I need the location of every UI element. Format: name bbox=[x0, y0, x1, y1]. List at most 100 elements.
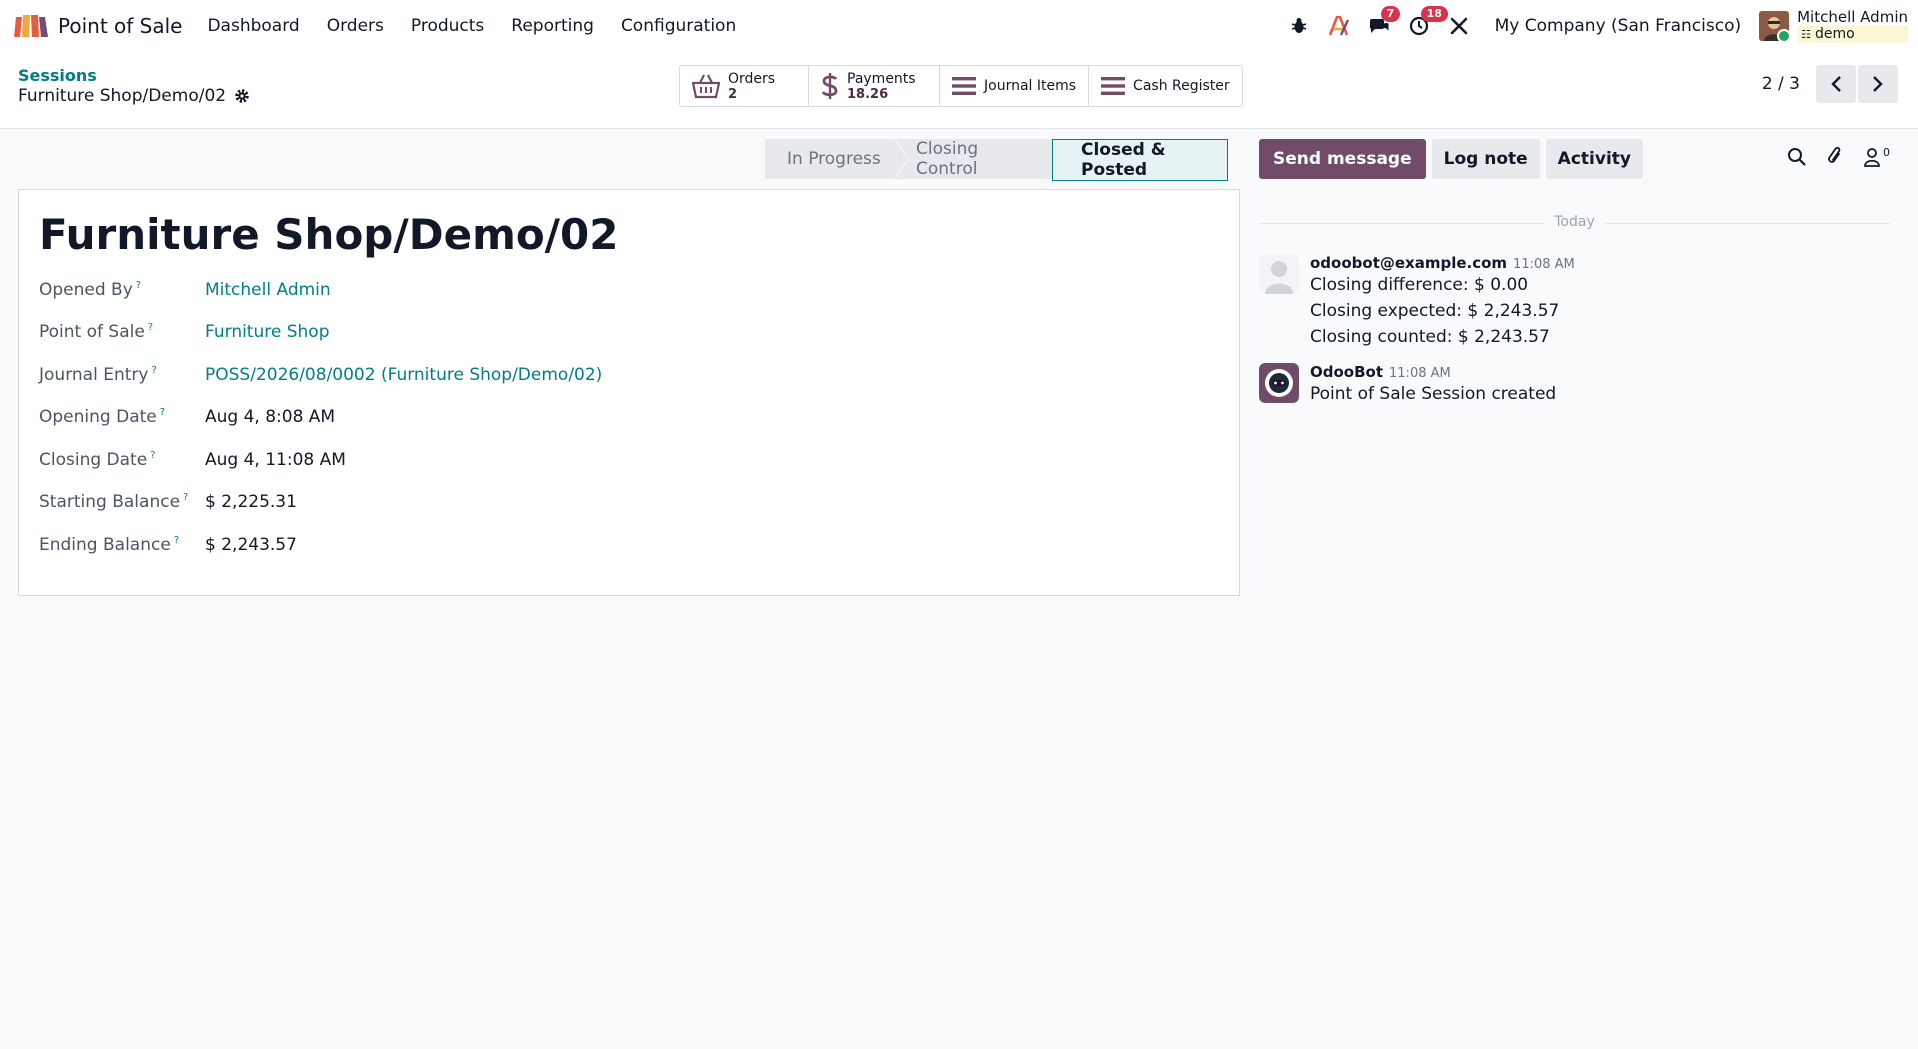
database-name: demo bbox=[1814, 26, 1855, 42]
stage-closed-posted[interactable]: Closed & Posted bbox=[1052, 139, 1228, 181]
field-starting-balance: Starting Balance? $ 2,225.31 bbox=[39, 492, 297, 512]
field-closing-date: Closing Date? Aug 4, 11:08 AM bbox=[39, 450, 346, 470]
messages-icon[interactable]: 7 bbox=[1367, 6, 1401, 38]
form-sheet: Furniture Shop/Demo/02 Opened By? Mitche… bbox=[18, 189, 1240, 596]
cash-register-label: Cash Register bbox=[1133, 78, 1230, 94]
person-icon bbox=[1864, 148, 1880, 167]
payments-smart-button[interactable]: Payments 18.26 bbox=[809, 66, 940, 106]
control-panel: Sessions Furniture Shop/Demo/02 Orders 2… bbox=[0, 52, 1918, 129]
cash-register-smart-button[interactable]: Cash Register bbox=[1089, 66, 1242, 106]
orders-count: 2 bbox=[728, 86, 738, 102]
closing-date-value: Aug 4, 11:08 AM bbox=[205, 450, 346, 470]
stage-closing-control[interactable]: Closing Control bbox=[894, 139, 1052, 179]
menu-dashboard[interactable]: Dashboard bbox=[207, 16, 299, 36]
chatter-tools: 0 bbox=[1769, 146, 1890, 168]
pager-next-button[interactable] bbox=[1858, 65, 1898, 103]
top-navbar: Point of Sale Dashboard Orders Products … bbox=[0, 0, 1918, 52]
activity-button[interactable]: Activity bbox=[1545, 139, 1643, 179]
menu-orders[interactable]: Orders bbox=[327, 16, 384, 36]
list-icon bbox=[1101, 76, 1126, 96]
opening-date-value: Aug 4, 8:08 AM bbox=[205, 407, 336, 427]
date-separator: Today bbox=[1259, 214, 1890, 234]
pager-previous-button[interactable] bbox=[1816, 65, 1856, 103]
user-menu[interactable]: Mitchell Admin ☷ demo bbox=[1797, 9, 1908, 43]
field-label: Closing Date? bbox=[39, 450, 156, 470]
company-switcher[interactable]: My Company (San Francisco) bbox=[1495, 16, 1741, 36]
stage-in-progress[interactable]: In Progress bbox=[765, 139, 909, 179]
help-tooltip-icon[interactable]: ? bbox=[174, 535, 179, 546]
field-label: Point of Sale? bbox=[39, 322, 154, 342]
help-tooltip-icon[interactable]: ? bbox=[151, 365, 156, 376]
date-separator-label: Today bbox=[1544, 214, 1605, 230]
debug-bug-icon[interactable] bbox=[1287, 14, 1311, 38]
opened-by-link[interactable]: Mitchell Admin bbox=[205, 280, 331, 300]
stage-label: Closing Control bbox=[916, 139, 979, 179]
session-statusbar: In Progress Closing Control Closed & Pos… bbox=[765, 139, 1228, 181]
user-avatar[interactable] bbox=[1759, 11, 1792, 43]
help-tooltip-icon[interactable]: ? bbox=[136, 280, 141, 291]
chatter-message: OdooBot 11:08 AM Point of Sale Session c… bbox=[1259, 363, 1556, 407]
journal-entry-link[interactable]: POSS/2026/08/0002 (Furniture Shop/Demo/0… bbox=[205, 365, 602, 385]
app-brand[interactable]: Point of Sale bbox=[14, 13, 182, 39]
help-tooltip-icon[interactable]: ? bbox=[183, 492, 188, 503]
help-tooltip-icon[interactable]: ? bbox=[150, 450, 155, 461]
payments-amount: 18.26 bbox=[847, 86, 889, 102]
field-label: Opening Date? bbox=[39, 407, 166, 427]
field-opened-by: Opened By? Mitchell Admin bbox=[39, 280, 331, 300]
ai-assistant-icon[interactable] bbox=[1327, 14, 1351, 38]
help-tooltip-icon[interactable]: ? bbox=[160, 407, 165, 418]
field-label: Ending Balance? bbox=[39, 535, 180, 555]
message-line: Closing counted: $ 2,243.57 bbox=[1310, 327, 1550, 347]
followers-button[interactable]: 0 bbox=[1863, 145, 1890, 167]
main-menu: Dashboard Orders Products Reporting Conf… bbox=[207, 16, 763, 36]
activities-clock-icon[interactable]: 18 bbox=[1407, 6, 1448, 38]
menu-products[interactable]: Products bbox=[411, 16, 484, 36]
point-of-sale-link[interactable]: Furniture Shop bbox=[205, 322, 330, 342]
field-label: Opened By? bbox=[39, 280, 142, 300]
message-line: Closing expected: $ 2,243.57 bbox=[1310, 301, 1560, 321]
author-avatar[interactable] bbox=[1259, 254, 1299, 294]
database-icon: ☷ bbox=[1801, 28, 1811, 41]
payments-label: Payments bbox=[847, 70, 916, 87]
chevron-right-icon bbox=[1873, 76, 1883, 92]
tools-icon[interactable] bbox=[1447, 14, 1471, 38]
messages-badge: 7 bbox=[1380, 6, 1401, 22]
message-line: Closing difference: $ 0.00 bbox=[1310, 275, 1529, 295]
breadcrumb-sessions[interactable]: Sessions bbox=[18, 66, 97, 85]
message-line: Point of Sale Session created bbox=[1310, 384, 1557, 404]
activities-badge: 18 bbox=[1420, 6, 1448, 22]
orders-smart-button[interactable]: Orders 2 bbox=[680, 66, 809, 106]
field-point-of-sale: Point of Sale? Furniture Shop bbox=[39, 322, 330, 342]
stage-label: Closed & Posted bbox=[1081, 140, 1166, 180]
chatter-message: odoobot@example.com 11:08 AM Closing dif… bbox=[1259, 254, 1575, 350]
dollar-icon bbox=[821, 72, 839, 100]
smart-buttons: Orders 2 Payments 18.26 Journal Items Ca… bbox=[679, 65, 1243, 107]
ending-balance-value: $ 2,243.57 bbox=[205, 535, 297, 555]
menu-reporting[interactable]: Reporting bbox=[511, 16, 594, 36]
log-note-button[interactable]: Log note bbox=[1431, 139, 1540, 179]
gear-icon[interactable] bbox=[234, 88, 250, 104]
app-name: Point of Sale bbox=[58, 14, 183, 38]
message-author[interactable]: odoobot@example.com bbox=[1310, 254, 1507, 272]
send-message-button[interactable]: Send message bbox=[1259, 139, 1426, 179]
message-time: 11:08 AM bbox=[1389, 366, 1451, 381]
record-pager: 2 / 3 bbox=[1762, 65, 1898, 103]
search-icon[interactable] bbox=[1787, 147, 1807, 167]
paperclip-icon[interactable] bbox=[1825, 146, 1845, 168]
chevron-left-icon bbox=[1831, 76, 1841, 92]
followers-count: 0 bbox=[1883, 145, 1890, 159]
basket-icon bbox=[692, 73, 720, 99]
menu-configuration[interactable]: Configuration bbox=[621, 16, 736, 36]
online-status-dot bbox=[1777, 29, 1792, 43]
stage-label: In Progress bbox=[787, 149, 881, 169]
field-opening-date: Opening Date? Aug 4, 8:08 AM bbox=[39, 407, 335, 427]
breadcrumb-current-label: Furniture Shop/Demo/02 bbox=[18, 86, 227, 106]
help-tooltip-icon[interactable]: ? bbox=[148, 322, 153, 333]
message-author[interactable]: OdooBot bbox=[1310, 363, 1383, 381]
journal-items-smart-button[interactable]: Journal Items bbox=[940, 66, 1090, 106]
odoobot-avatar[interactable] bbox=[1259, 363, 1299, 403]
pager-value[interactable]: 2 / 3 bbox=[1762, 74, 1800, 94]
field-ending-balance: Ending Balance? $ 2,243.57 bbox=[39, 535, 297, 555]
field-label: Starting Balance? bbox=[39, 492, 189, 512]
navbar-systray: 7 18 My Company (San Francisco) Mitchell… bbox=[1271, 0, 1908, 52]
